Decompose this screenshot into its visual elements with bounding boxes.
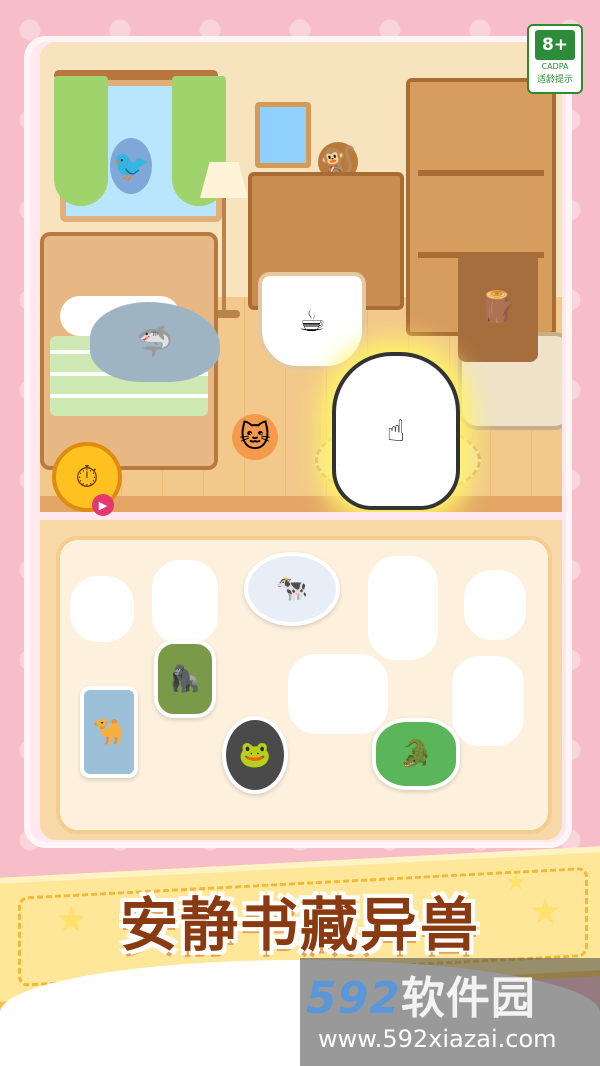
frog-tire-sticker[interactable]: 🐸 bbox=[222, 716, 288, 794]
watermark-number: 592 bbox=[306, 973, 401, 1024]
pointing-hand-icon: ☝ bbox=[332, 352, 460, 510]
empty-sticker-slot bbox=[152, 560, 218, 644]
curtain-left bbox=[54, 76, 108, 206]
mountain-painting bbox=[255, 102, 311, 168]
cup-girl-character[interactable]: ☕ bbox=[258, 272, 366, 370]
lamp-pole bbox=[222, 198, 226, 313]
clock-icon: ⏱ bbox=[75, 459, 99, 495]
bigfoot-sticker[interactable]: 🦍 bbox=[154, 640, 216, 718]
age-org: CADPA bbox=[541, 62, 569, 71]
empty-sticker-slot bbox=[452, 656, 524, 746]
camel-fridge-sticker[interactable]: 🐪 bbox=[80, 686, 138, 778]
empty-sticker-slot bbox=[70, 576, 134, 642]
age-rating-badge: 8+ CADPA 适龄提示 bbox=[527, 24, 583, 94]
empty-sticker-slot bbox=[368, 556, 438, 660]
watermark-brand: 592软件园 bbox=[306, 962, 536, 1026]
cat-character[interactable]: 🐱 bbox=[232, 414, 278, 460]
empty-sticker-slot bbox=[464, 570, 526, 640]
empty-sticker-slot bbox=[288, 654, 388, 734]
sticker-tray: 🐄 🐪 🦍 🐸 🐊 bbox=[40, 520, 562, 840]
floor-edge bbox=[40, 496, 562, 512]
bird-character[interactable]: 🐦 bbox=[110, 138, 152, 194]
age-number: 8+ bbox=[535, 30, 575, 60]
wood-man-character[interactable]: 🪵 bbox=[458, 252, 538, 362]
watermark-text: 软件园 bbox=[400, 973, 536, 1024]
age-label: 适龄提示 bbox=[536, 75, 573, 85]
watermark-url: www.592xiazai.com bbox=[318, 1025, 557, 1053]
sticker-tray-inner: 🐄 🐪 🦍 🐸 🐊 bbox=[56, 536, 552, 834]
room-scene: 🐦 🐒 🦈 ☕ 🪵 🐱 ☝ bbox=[40, 42, 562, 512]
video-ad-icon: ▶ bbox=[92, 494, 114, 516]
crocodile-sticker[interactable]: 🐊 bbox=[372, 718, 460, 790]
game-title: 安静书藏异兽 bbox=[119, 891, 480, 959]
shelf-board bbox=[418, 170, 544, 176]
cow-ufo-sticker[interactable]: 🐄 bbox=[244, 552, 340, 626]
